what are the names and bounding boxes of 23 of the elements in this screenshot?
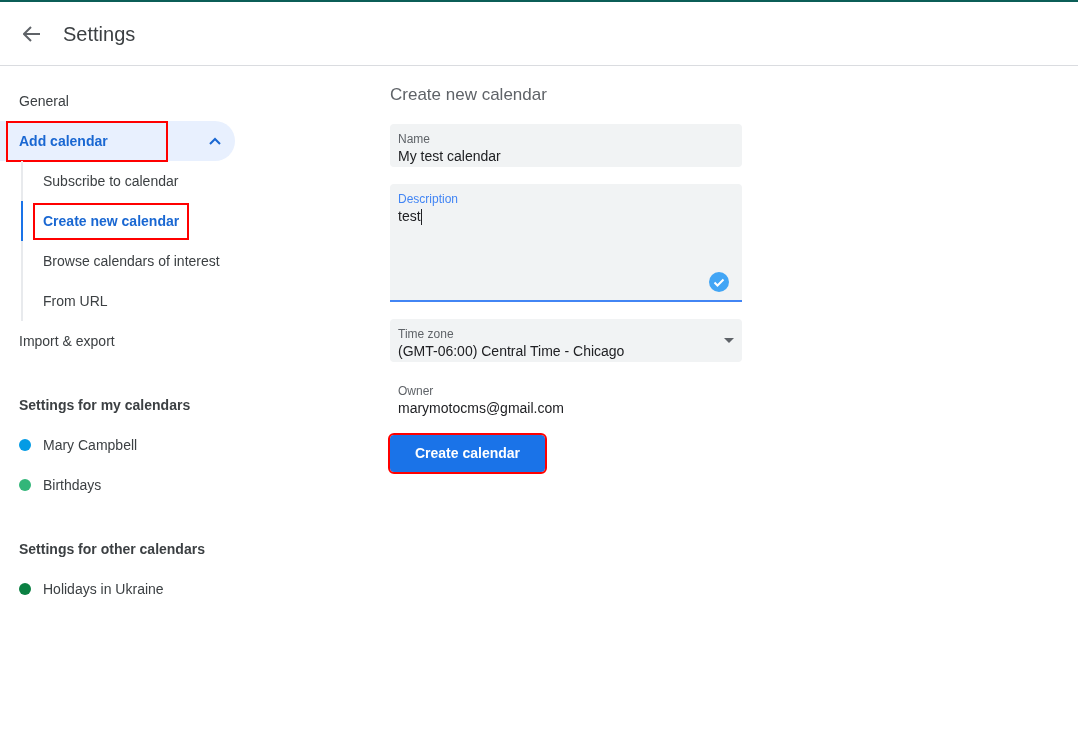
page-title: Settings [63,21,136,47]
owner-email: marymotocms@gmail.com [398,398,565,417]
calendar-item[interactable]: Birthdays [0,465,235,505]
text-area[interactable]: Description test [390,183,742,302]
calendar-item[interactable]: Holidays in Ukraine [0,569,235,609]
chevron-up-icon [209,137,221,145]
sidebar-item[interactable]: General [0,81,235,121]
sidebar-subitem[interactable]: Create new calendar [21,201,390,241]
calendar-item[interactable]: Mary Campbell [0,425,235,465]
dropdown-field[interactable]: Time zone (GMT-06:00) Central Time - Chicago [390,318,742,362]
field-label: Owner [398,382,435,399]
sidebar-item[interactable]: Import & export [0,321,235,361]
form-title: Create new calendar [390,84,548,106]
sidebar-subitem[interactable]: Browse calendars of interest [21,241,390,281]
input-field[interactable]: Name My test calendar [390,123,742,167]
section-heading: Settings for my calendars [18,395,192,415]
sidebar-item[interactable]: Add calendar [0,121,235,161]
section-heading: Settings for other calendars [18,539,206,559]
create-calendar-button[interactable]: Create calendar [390,434,545,472]
sidebar-subitem[interactable]: Subscribe to calendar [21,161,390,201]
sidebar-subitem[interactable]: From URL [21,281,390,321]
dropdown-arrow-icon [724,337,734,343]
back-arrow-icon [23,25,41,42]
